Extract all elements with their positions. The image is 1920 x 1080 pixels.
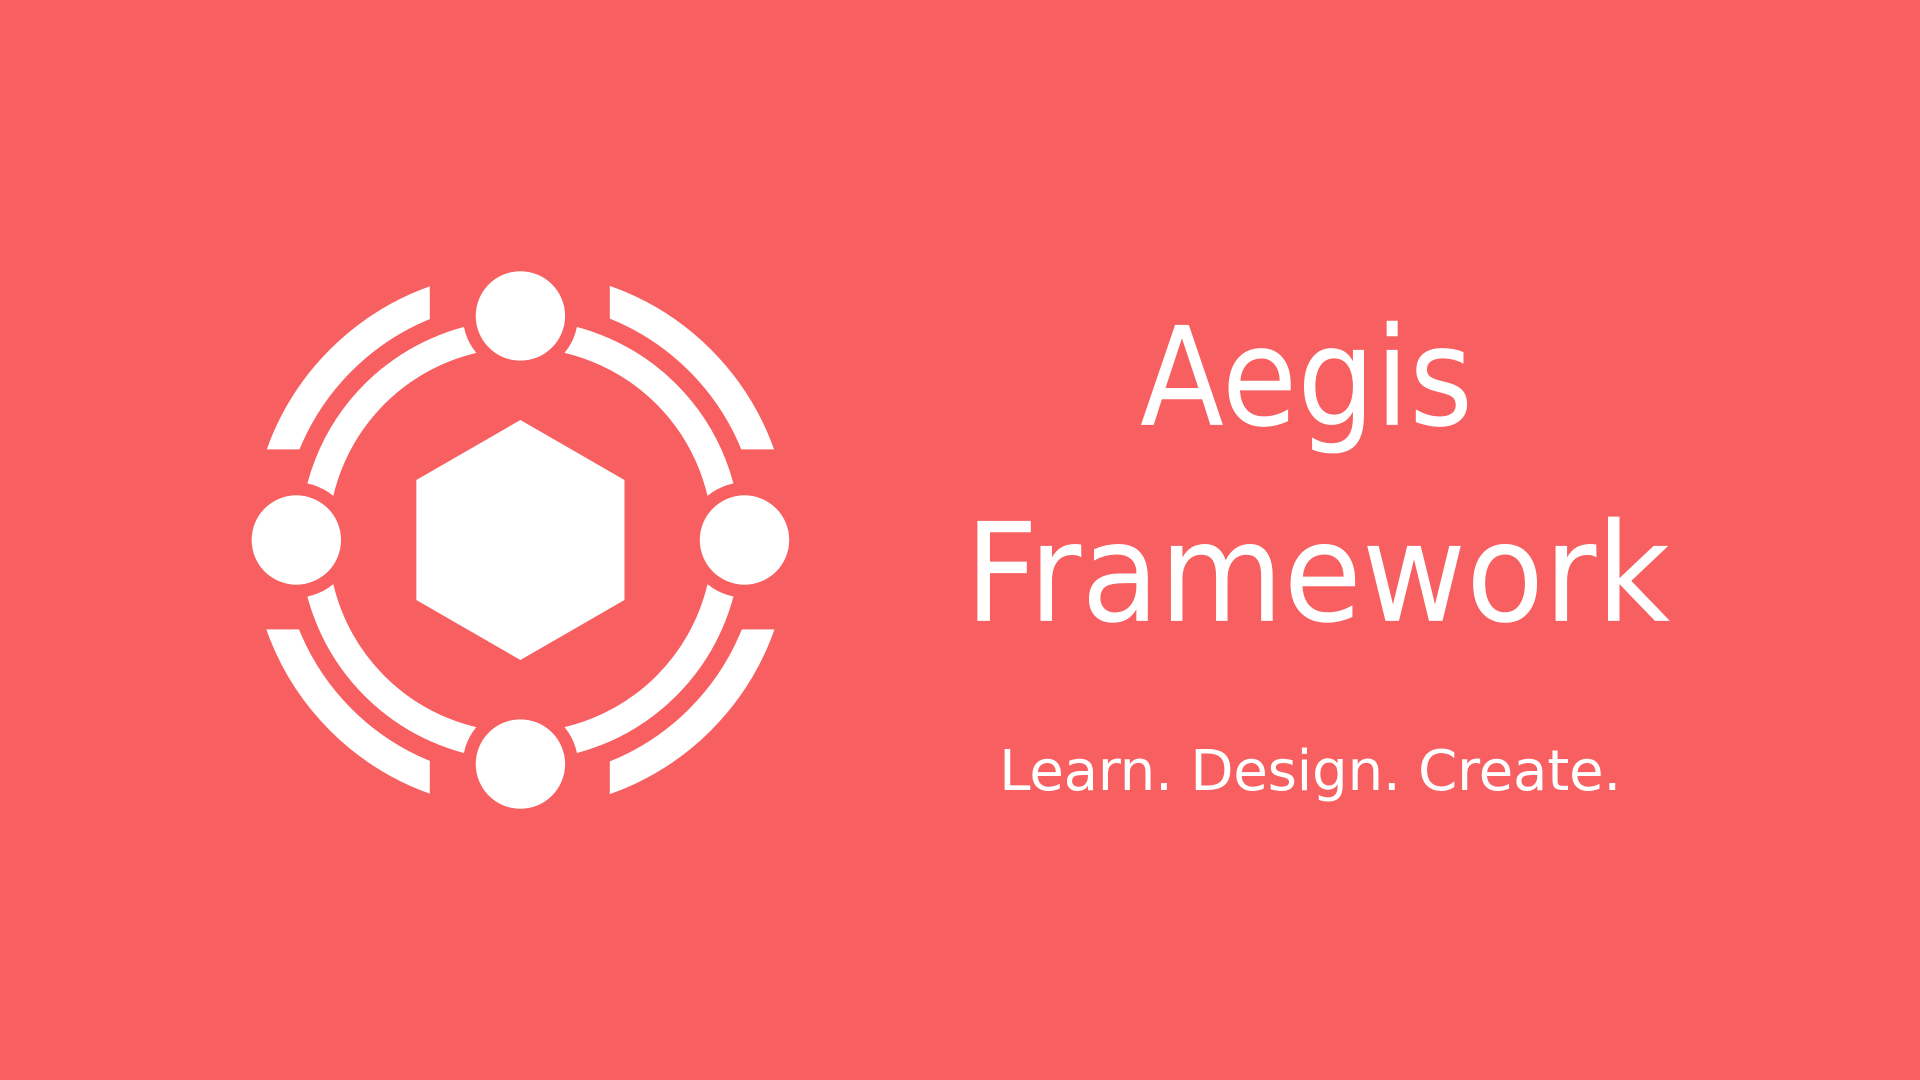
node-bottom	[475, 719, 566, 809]
node-top	[475, 271, 566, 361]
node-left	[251, 495, 342, 585]
title-line-2: Framework	[965, 495, 1670, 654]
node-right	[699, 495, 790, 585]
title-line-1: Aegis	[1140, 299, 1473, 458]
tagline: Learn. Design. Create.	[999, 739, 1621, 804]
splash-canvas: Aegis Framework Learn. Design. Create.	[0, 0, 1920, 1080]
